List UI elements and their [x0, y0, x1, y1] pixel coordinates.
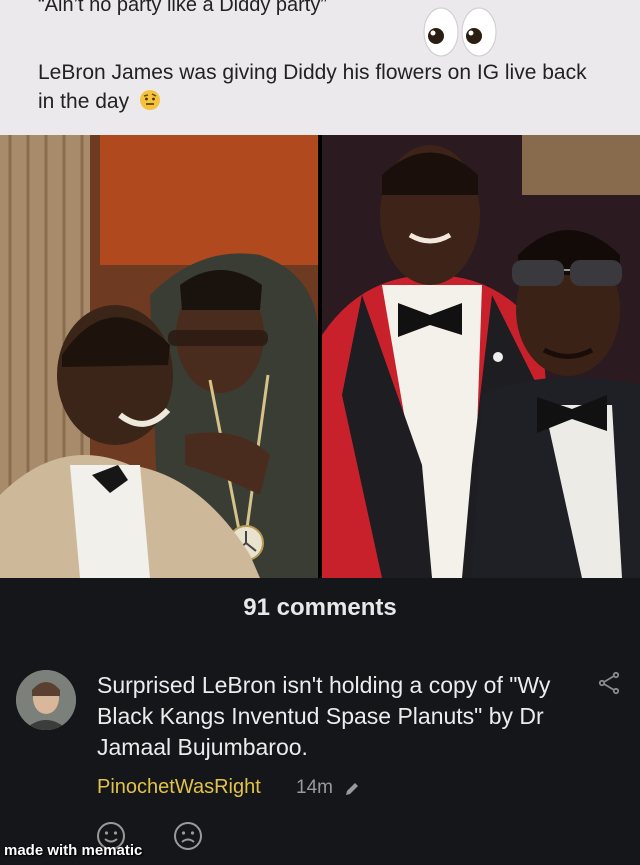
post-quote: “Ain’t no party like a Diddy party” [38, 0, 328, 16]
eyes-emoji [423, 7, 497, 57]
post-images[interactable] [0, 135, 640, 578]
post-header: “Ain’t no party like a Diddy party” LeBr… [0, 0, 640, 135]
watermark: made with mematic [4, 842, 143, 859]
frown-icon[interactable] [173, 821, 203, 851]
comment-body: Surprised LeBron isn't holding a copy of… [97, 672, 551, 760]
photo-right [322, 135, 640, 578]
photo-left [0, 135, 318, 578]
raised-eyebrow-emoji [139, 90, 160, 110]
avatar[interactable] [16, 670, 76, 730]
caption-text: LeBron James was giving Diddy his flower… [38, 61, 587, 113]
pencil-icon [346, 783, 358, 795]
comments-count: 91 comments [243, 594, 397, 621]
share-icon[interactable] [596, 670, 622, 696]
post-caption: LeBron James was giving Diddy his flower… [38, 58, 598, 116]
comment-timestamp: 14m [296, 777, 333, 798]
comment-username[interactable]: PinochetWasRight [97, 776, 261, 799]
